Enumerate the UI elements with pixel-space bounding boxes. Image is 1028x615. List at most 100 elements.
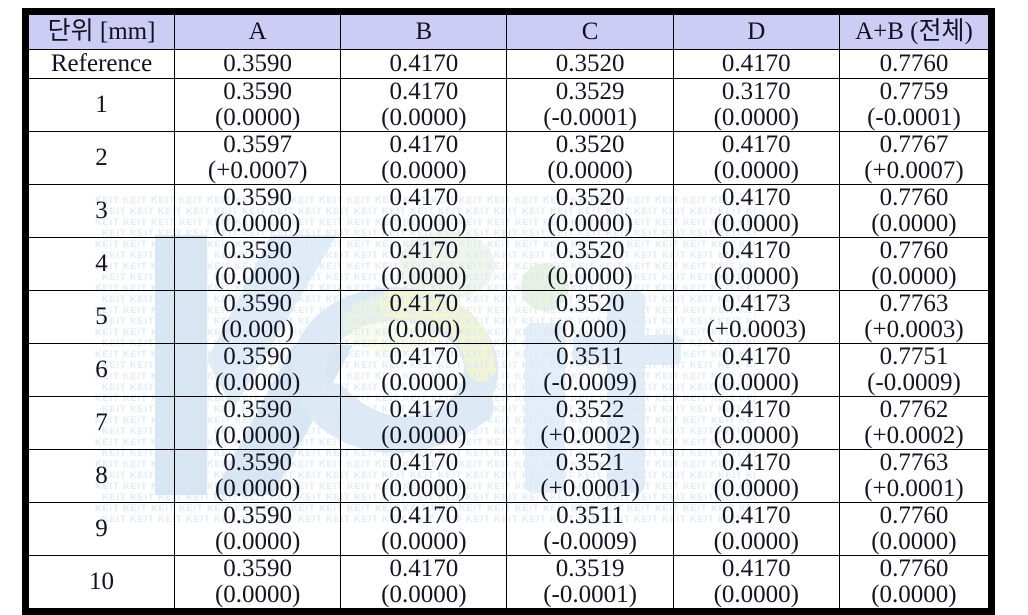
cell-b: 0.4170 (0.0000)	[340, 343, 508, 397]
cell-deviation: (0.0000)	[871, 528, 957, 555]
cell-value: 0.4170	[389, 449, 459, 476]
table-row-reference: Reference 0.3590 0.4170 0.3520 0.4170 0.…	[24, 49, 993, 79]
table-row: 7 0.3590 (0.0000) 0.4170 (0.0000) 0.3522…	[24, 396, 993, 450]
cell-deviation: (-0.0009)	[543, 528, 637, 555]
cell-ab: 0.7751 (-0.0009)	[838, 343, 993, 397]
cell-value: 0.3519	[555, 555, 625, 582]
cell-d: 0.3170 (0.0000)	[672, 78, 840, 132]
cell-ab: 0.7767 (+0.0007)	[838, 131, 993, 185]
cell-deviation: (0.0000)	[381, 528, 467, 555]
cell-reference-d: 0.4170	[672, 49, 840, 79]
cell-deviation: (0.000)	[553, 316, 627, 343]
cell-deviation: (0.0000)	[214, 369, 301, 396]
cell-deviation: (+0.0003)	[864, 316, 964, 343]
cell-deviation: (0.0000)	[871, 210, 957, 237]
cell-deviation: (0.0000)	[214, 210, 301, 237]
cell-value: 0.4170	[389, 237, 459, 264]
cell-value: 0.4173	[721, 290, 791, 317]
cell-value: 0.4170	[389, 290, 459, 317]
cell-c: 0.3511 (-0.0009)	[506, 502, 674, 556]
cell-value: 0.3520	[555, 237, 625, 264]
cell-reference-c: 0.3520	[506, 49, 674, 79]
cell-c: 0.3529 (-0.0001)	[506, 78, 674, 132]
cell-a: 0.3597 (+0.0007)	[174, 131, 342, 185]
cell-b: 0.4170 (0.0000)	[340, 237, 508, 291]
cell-c: 0.3520 (0.0000)	[506, 131, 674, 185]
cell-value: 0.3590	[223, 237, 293, 264]
cell-value: 0.7760	[879, 237, 949, 264]
row-label: 5	[24, 290, 176, 344]
cell-ab: 0.7759 (-0.0001)	[838, 78, 993, 132]
cell-d: 0.4170 (0.0000)	[672, 237, 840, 291]
row-label: 8	[24, 449, 176, 503]
cell-value: 0.4170	[721, 555, 791, 582]
cell-b: 0.4170 (0.0000)	[340, 555, 508, 612]
cell-b: 0.4170 (0.0000)	[340, 396, 508, 450]
cell-c: 0.3520 (0.000)	[506, 290, 674, 344]
cell-deviation: (+0.0007)	[864, 157, 964, 184]
cell-value: 0.7763	[879, 449, 949, 476]
cell-value: 0.4170	[721, 396, 791, 423]
measurement-table: 단위 [mm] A B C D A+B (전체) Reference 0.359…	[22, 8, 995, 615]
column-header-a: A	[174, 11, 342, 50]
cell-d: 0.4170 (0.0000)	[672, 343, 840, 397]
table-row: 3 0.3590 (0.0000) 0.4170 (0.0000) 0.3520…	[24, 184, 993, 238]
cell-deviation: (0.0000)	[871, 581, 957, 608]
cell-deviation: (0.0000)	[381, 157, 467, 184]
cell-deviation: (+0.0002)	[540, 422, 640, 449]
row-label: 1	[24, 78, 176, 132]
cell-ab: 0.7760 (0.0000)	[838, 184, 993, 238]
cell-value: 0.3590	[223, 396, 293, 423]
column-header-ab-total: A+B (전체)	[838, 11, 993, 50]
cell-deviation: (0.0000)	[713, 210, 799, 237]
cell-a: 0.3590 (0.0000)	[174, 396, 342, 450]
cell-b: 0.4170 (0.0000)	[340, 502, 508, 556]
cell-deviation: (0.0000)	[547, 157, 633, 184]
cell-d: 0.4170 (0.0000)	[672, 396, 840, 450]
cell-value: 0.3520	[555, 290, 625, 317]
cell-deviation: (+0.0007)	[207, 157, 308, 184]
cell-a: 0.3590 (0.0000)	[174, 502, 342, 556]
cell-deviation: (0.0000)	[713, 157, 799, 184]
cell-value: 0.3590	[223, 184, 293, 211]
cell-deviation: (0.0000)	[214, 475, 301, 502]
cell-c: 0.3519 (-0.0001)	[506, 555, 674, 612]
cell-value: 0.4170	[389, 78, 459, 105]
cell-deviation: (0.0000)	[214, 422, 301, 449]
row-label: 4	[24, 237, 176, 291]
row-label: 2	[24, 131, 176, 185]
cell-deviation: (0.0000)	[214, 528, 301, 555]
cell-value: 0.7767	[879, 131, 949, 158]
cell-deviation: (0.0000)	[713, 581, 799, 608]
cell-deviation: (-0.0009)	[867, 369, 961, 396]
cell-a: 0.3590 (0.000)	[174, 290, 342, 344]
cell-a: 0.3590 (0.0000)	[174, 555, 342, 612]
cell-value: 0.4170	[389, 555, 459, 582]
row-label: 6	[24, 343, 176, 397]
cell-deviation: (-0.0001)	[543, 581, 637, 608]
cell-value: 0.3590	[223, 449, 293, 476]
cell-deviation: (0.0000)	[547, 263, 633, 290]
cell-a: 0.3590 (0.0000)	[174, 343, 342, 397]
cell-a: 0.3590 (0.0000)	[174, 449, 342, 503]
cell-deviation: (0.0000)	[381, 263, 467, 290]
cell-deviation: (-0.0001)	[543, 104, 637, 131]
cell-value: 0.3520	[555, 184, 625, 211]
cell-value: 0.3170	[721, 78, 791, 105]
cell-d: 0.4170 (0.0000)	[672, 449, 840, 503]
cell-value: 0.7763	[879, 290, 949, 317]
table-row: 1 0.3590 (0.0000) 0.4170 (0.0000) 0.3529…	[24, 78, 993, 132]
cell-reference-ab: 0.7760	[838, 49, 993, 79]
table-row: 6 0.3590 (0.0000) 0.4170 (0.0000) 0.3511…	[24, 343, 993, 397]
cell-reference-b: 0.4170	[340, 49, 508, 79]
cell-value: 0.7762	[879, 396, 949, 423]
cell-c: 0.3511 (-0.0009)	[506, 343, 674, 397]
column-header-c: C	[506, 11, 674, 50]
cell-a: 0.3590 (0.0000)	[174, 78, 342, 132]
cell-value: 0.3511	[556, 343, 624, 370]
cell-value: 0.3590	[223, 78, 293, 105]
cell-d: 0.4173 (+0.0003)	[672, 290, 840, 344]
cell-ab: 0.7762 (+0.0002)	[838, 396, 993, 450]
cell-c: 0.3520 (0.0000)	[506, 184, 674, 238]
cell-deviation: (0.0000)	[381, 104, 467, 131]
